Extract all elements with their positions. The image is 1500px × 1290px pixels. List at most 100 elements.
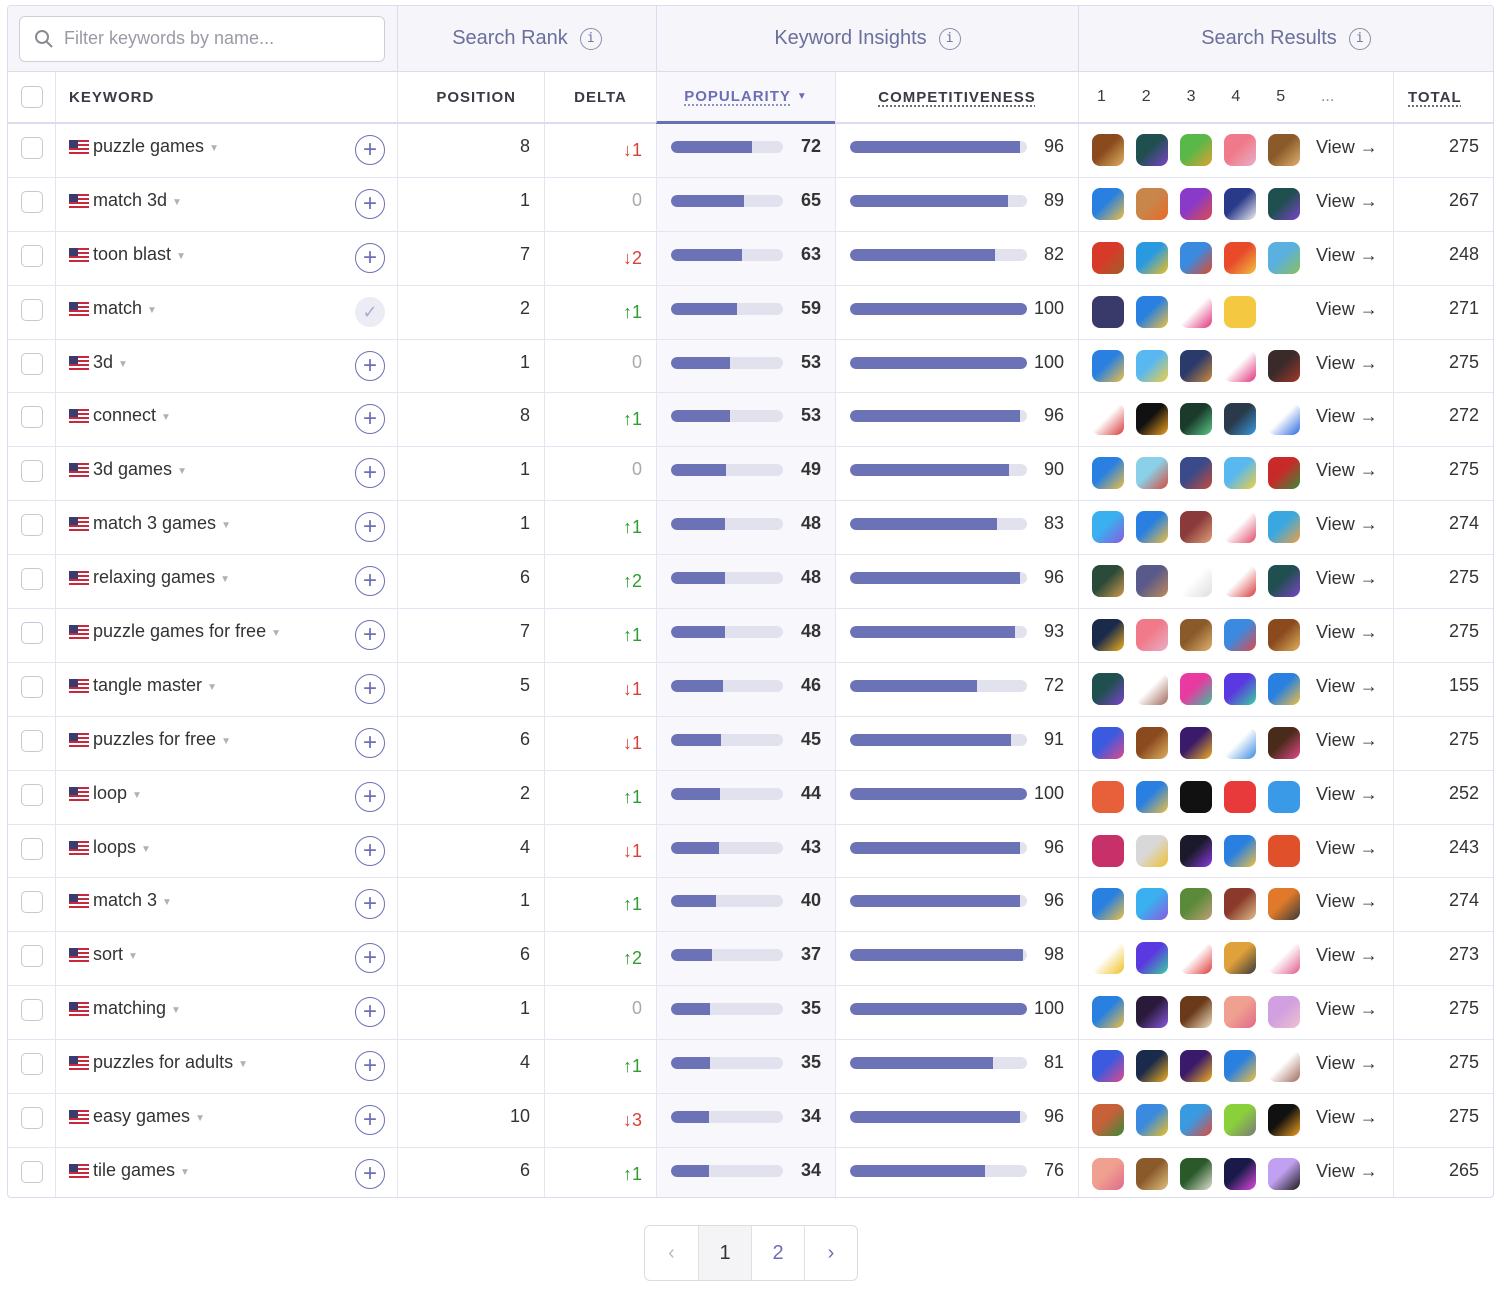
column-position[interactable]: POSITION — [397, 72, 544, 122]
keyword-text[interactable]: match 3d — [93, 190, 167, 211]
row-checkbox[interactable] — [20, 945, 43, 968]
track-keyword-button[interactable]: + — [355, 781, 385, 812]
app-icon-wood-block[interactable] — [1180, 619, 1212, 652]
view-results-link[interactable]: View → — [1316, 568, 1378, 589]
keyword-text[interactable]: connect — [93, 405, 156, 426]
app-icon-hole-game[interactable] — [1136, 295, 1168, 328]
view-results-link[interactable]: View → — [1316, 406, 1378, 427]
app-icon-jigsaw-2021[interactable] — [1092, 726, 1124, 759]
info-icon[interactable]: i — [938, 27, 961, 50]
app-icon-tile-avocado[interactable] — [1092, 1157, 1124, 1190]
app-icon-music-lab[interactable] — [1268, 834, 1300, 867]
app-icon-flow-free[interactable] — [1268, 1104, 1300, 1137]
app-icon-army-game[interactable] — [1180, 888, 1212, 921]
keyword-text[interactable]: easy games — [93, 1106, 190, 1127]
chevron-down-icon[interactable]: ▼ — [118, 359, 128, 370]
app-icon-scary-teacher[interactable] — [1268, 349, 1300, 382]
track-keyword-button[interactable]: + — [355, 673, 385, 704]
app-icon-cat-game[interactable] — [1224, 187, 1256, 220]
track-keyword-button[interactable]: + — [355, 458, 385, 489]
view-results-link[interactable]: View → — [1316, 1161, 1378, 1182]
view-results-link[interactable]: View → — [1316, 245, 1378, 266]
keyword-text[interactable]: sort — [93, 944, 123, 965]
app-icon-match-dating[interactable] — [1092, 295, 1124, 328]
chevron-down-icon[interactable]: ▼ — [141, 844, 151, 855]
app-icon-sand-art[interactable] — [1092, 565, 1124, 598]
app-icon-hole-game[interactable] — [1092, 187, 1124, 220]
app-icon-lips-game[interactable] — [1224, 565, 1256, 598]
track-keyword-button[interactable]: + — [355, 242, 385, 273]
row-checkbox[interactable] — [20, 352, 43, 375]
view-results-link[interactable]: View → — [1316, 838, 1378, 859]
app-icon-sort-box[interactable] — [1224, 942, 1256, 975]
row-checkbox[interactable] — [20, 137, 43, 159]
app-icon-asmr-hand[interactable] — [1180, 565, 1212, 598]
track-keyword-button[interactable]: + — [355, 727, 385, 758]
view-results-link[interactable]: View → — [1316, 891, 1378, 912]
app-icon-sword-game[interactable] — [1268, 888, 1300, 921]
column-keyword[interactable]: KEYWORD — [55, 72, 397, 122]
keyword-text[interactable]: tangle master — [93, 675, 202, 696]
view-results-link[interactable]: View → — [1316, 999, 1378, 1020]
app-icon-ball-sort[interactable] — [1136, 942, 1168, 975]
app-icon-fruit-match[interactable] — [1268, 511, 1300, 544]
app-icon-hinge[interactable] — [1268, 295, 1300, 328]
app-icon-bumble[interactable] — [1224, 295, 1256, 328]
filter-keywords-input[interactable] — [64, 28, 370, 49]
keyword-text[interactable]: 3d games — [93, 459, 172, 480]
chevron-down-icon[interactable]: ▼ — [180, 1167, 190, 1178]
view-results-link[interactable]: View → — [1316, 191, 1378, 212]
view-results-link[interactable]: View → — [1316, 137, 1378, 158]
app-icon-hole-game[interactable] — [1092, 996, 1124, 1029]
app-icon-carrot-match[interactable] — [1136, 187, 1168, 220]
app-icon-mahjong[interactable] — [1180, 996, 1212, 1029]
row-checkbox[interactable] — [20, 514, 43, 537]
app-icon-jigsaw-puzzle[interactable] — [1136, 726, 1168, 759]
view-results-link[interactable]: View → — [1316, 730, 1378, 751]
app-icon-fruit-slice[interactable] — [1180, 187, 1212, 220]
chevron-down-icon[interactable]: ▼ — [132, 790, 142, 801]
app-icon-jigsaw-dark[interactable] — [1180, 726, 1212, 759]
app-icon-garmin-connect[interactable] — [1224, 403, 1256, 436]
chevron-down-icon[interactable]: ▼ — [171, 1005, 181, 1016]
app-icon-word-game[interactable] — [1224, 134, 1256, 166]
app-icon-run-race[interactable] — [1136, 457, 1168, 490]
chevron-down-icon[interactable]: ▼ — [195, 1113, 205, 1124]
view-results-link[interactable]: View → — [1316, 676, 1378, 697]
keyword-text[interactable]: match — [93, 298, 142, 319]
app-icon-flow-free[interactable] — [1136, 403, 1168, 436]
row-checkbox[interactable] — [20, 190, 43, 213]
app-icon-color-puzzle[interactable] — [1268, 726, 1300, 759]
app-icon-loop-black[interactable] — [1180, 780, 1212, 813]
app-icon-loop-red[interactable] — [1224, 780, 1256, 813]
app-icon-connected[interactable] — [1092, 403, 1124, 436]
track-keyword-button[interactable]: + — [355, 135, 385, 165]
chevron-down-icon[interactable]: ▼ — [238, 1059, 248, 1070]
info-icon[interactable]: i — [579, 27, 602, 50]
app-icon-bejeweled[interactable] — [1136, 888, 1168, 921]
track-keyword-button[interactable]: + — [355, 889, 385, 920]
track-keyword-button[interactable]: + — [355, 404, 385, 435]
app-icon-sync-loop[interactable] — [1268, 780, 1300, 813]
app-icon-connect-app[interactable] — [1180, 403, 1212, 436]
chevron-down-icon[interactable]: ▼ — [221, 520, 231, 531]
app-icon-home-design[interactable] — [1268, 241, 1300, 274]
app-icon-tree-island[interactable] — [1136, 565, 1168, 598]
view-results-link[interactable]: View → — [1316, 1053, 1378, 1074]
app-icon-wizard-game[interactable] — [1224, 888, 1256, 921]
keyword-text[interactable]: puzzles for adults — [93, 1052, 233, 1073]
app-icon-talking-tom[interactable] — [1224, 1104, 1256, 1137]
track-keyword-button[interactable]: + — [355, 835, 385, 866]
app-icon-stack-3d[interactable] — [1136, 349, 1168, 382]
app-icon-brain-test[interactable] — [1268, 1050, 1300, 1083]
view-results-link[interactable]: View → — [1316, 514, 1378, 535]
app-icon-loops-pink[interactable] — [1092, 834, 1124, 867]
app-icon-pin-rescue[interactable] — [1224, 619, 1256, 652]
app-icon-hole-game[interactable] — [1092, 888, 1124, 921]
app-icon-hole-game[interactable] — [1136, 780, 1168, 813]
view-results-link[interactable]: View → — [1316, 1107, 1378, 1128]
track-keyword-button[interactable]: + — [355, 1051, 385, 1082]
app-icon-tiles-hop[interactable] — [1224, 1157, 1256, 1190]
app-icon-stack-3d[interactable] — [1224, 457, 1256, 490]
app-icon-arcade-game[interactable] — [1180, 457, 1212, 490]
